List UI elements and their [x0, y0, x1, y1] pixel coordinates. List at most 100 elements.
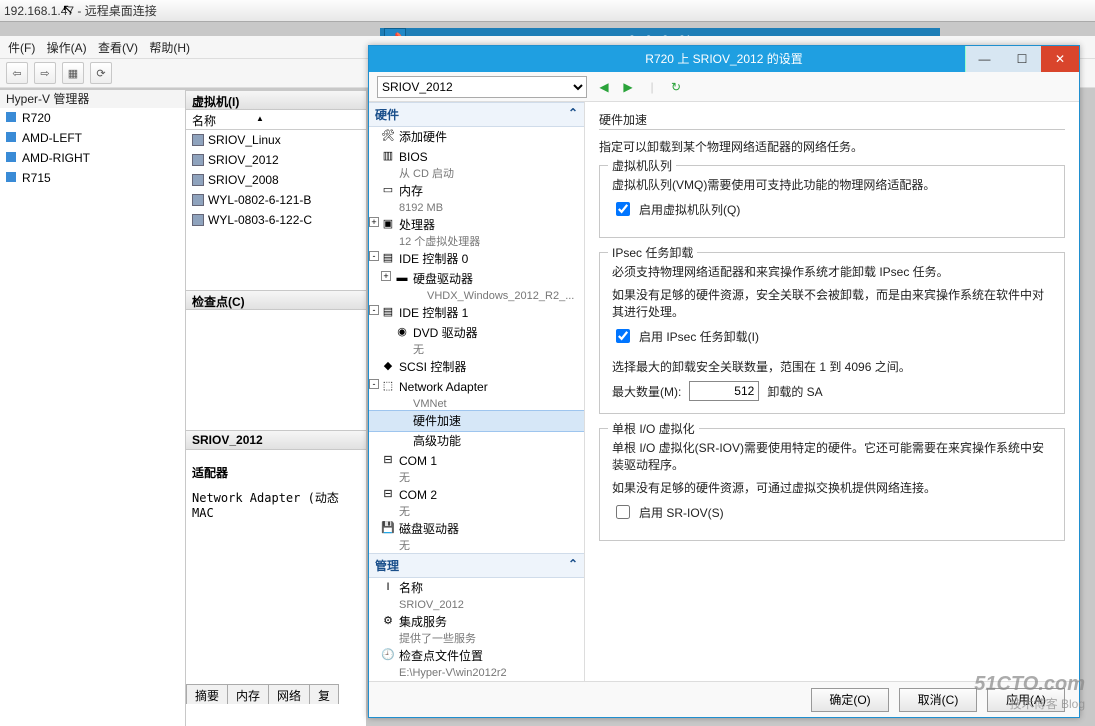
- win-max-icon[interactable]: ☐: [1003, 46, 1041, 72]
- vm-col-name[interactable]: 名称▲: [186, 110, 366, 130]
- nav-next-icon[interactable]: ▶: [619, 78, 637, 96]
- vmq-legend: 虚拟机队列: [608, 157, 676, 174]
- vm-item[interactable]: SRIOV_2012: [186, 150, 366, 170]
- tree-floppy[interactable]: 💾磁盘驱动器: [369, 519, 584, 539]
- memory-icon: ▭: [381, 183, 395, 197]
- vm-item[interactable]: SRIOV_2008: [186, 170, 366, 190]
- tree-ide1[interactable]: -▤IDE 控制器 1: [369, 303, 584, 323]
- tb-back-icon[interactable]: ⇦: [6, 62, 28, 84]
- host-node[interactable]: AMD-RIGHT: [0, 148, 185, 168]
- menu-help[interactable]: 帮助(H): [145, 36, 194, 59]
- name-icon: I: [381, 580, 395, 594]
- sriov-checkbox-label: 启用 SR-IOV(S): [639, 504, 724, 521]
- ipsec-checkbox-row[interactable]: 启用 IPsec 任务卸载(I): [612, 326, 1052, 346]
- collapse-icon[interactable]: -: [369, 379, 379, 389]
- tree-memory[interactable]: ▭内存: [369, 181, 584, 201]
- menu-action[interactable]: 操作(A): [43, 36, 91, 59]
- tree-processor-sub: 12 个虚拟处理器: [369, 235, 584, 249]
- tree-hdd[interactable]: +▬硬盘驱动器: [369, 269, 584, 289]
- integration-icon: ⚙: [381, 614, 395, 628]
- tree-processor[interactable]: +▣处理器: [369, 215, 584, 235]
- cursor-icon: ↖: [62, 0, 74, 20]
- settings-tree[interactable]: ⌃硬件 🛠添加硬件 ▥BIOS 从 CD 启动 ▭内存 8192 MB +▣处理…: [369, 102, 585, 681]
- settings-footer: 确定(O) 取消(C) 应用(A): [369, 681, 1079, 717]
- tree-add-hardware[interactable]: 🛠添加硬件: [369, 127, 584, 147]
- vmq-desc: 虚拟机队列(VMQ)需要使用可支持此功能的物理网络适配器。: [612, 176, 1052, 193]
- host-node[interactable]: R720: [0, 108, 185, 128]
- tree-scsi[interactable]: ◆SCSI 控制器: [369, 357, 584, 377]
- tree-com1[interactable]: ⊟COM 1: [369, 451, 584, 471]
- tree-com2[interactable]: ⊟COM 2: [369, 485, 584, 505]
- tab-network[interactable]: 网络: [268, 684, 310, 704]
- tb-props-icon[interactable]: ▦: [62, 62, 84, 84]
- sriov-checkbox-row[interactable]: 启用 SR-IOV(S): [612, 502, 1052, 522]
- chevron-up-icon: ⌃: [568, 557, 578, 571]
- tree-advanced[interactable]: 高级功能: [369, 431, 584, 451]
- vm-item[interactable]: WYL-0802-6-121-B: [186, 190, 366, 210]
- host-node[interactable]: AMD-LEFT: [0, 128, 185, 148]
- vmq-checkbox-row[interactable]: 启用虚拟机队列(Q): [612, 199, 1052, 219]
- expand-icon[interactable]: +: [381, 271, 391, 281]
- sort-asc-icon: ▲: [256, 114, 264, 123]
- settings-window: R720 上 SRIOV_2012 的设置 — ☐ ✕ SRIOV_2012 ◀…: [368, 45, 1080, 718]
- nic-icon: ⬚: [381, 379, 395, 393]
- tree-integration-sub: 提供了一些服务: [369, 632, 584, 646]
- host-tree-header: Hyper-V 管理器: [0, 90, 185, 108]
- tb-fwd-icon[interactable]: ⇨: [34, 62, 56, 84]
- ok-button[interactable]: 确定(O): [811, 688, 889, 712]
- adapter-text: Network Adapter (动态 MAC: [186, 485, 366, 524]
- apply-button[interactable]: 应用(A): [987, 688, 1065, 712]
- ipsec-checkbox[interactable]: [616, 329, 630, 343]
- vm-item[interactable]: SRIOV_Linux: [186, 130, 366, 150]
- tab-memory[interactable]: 内存: [227, 684, 269, 704]
- tree-bios-sub: 从 CD 启动: [369, 167, 584, 181]
- controller-icon: ▤: [381, 251, 395, 265]
- category-management[interactable]: ⌃管理: [369, 553, 584, 578]
- sriov-checkbox[interactable]: [616, 505, 630, 519]
- menu-file[interactable]: 件(F): [4, 36, 39, 59]
- nav-reload-icon[interactable]: ↻: [667, 78, 685, 96]
- ipsec-max-suffix: 卸载的 SA: [767, 383, 822, 400]
- tree-checkpoint-loc[interactable]: 🕘检查点文件位置: [369, 646, 584, 666]
- tree-nic[interactable]: -⬚Network Adapter: [369, 377, 584, 397]
- dvd-icon: ◉: [395, 325, 409, 339]
- ipsec-max-input[interactable]: [689, 381, 759, 401]
- vm-item[interactable]: WYL-0803-6-122-C: [186, 210, 366, 230]
- vmq-group: 虚拟机队列 虚拟机队列(VMQ)需要使用可支持此功能的物理网络适配器。 启用虚拟…: [599, 165, 1065, 238]
- tree-hw-accel[interactable]: 硬件加速: [369, 411, 584, 431]
- tab-summary[interactable]: 摘要: [186, 684, 228, 704]
- cancel-button[interactable]: 取消(C): [899, 688, 977, 712]
- vmq-checkbox-label: 启用虚拟机队列(Q): [639, 201, 740, 218]
- sriov-desc1: 单根 I/O 虚拟化(SR-IOV)需要使用特定的硬件。它还可能需要在来宾操作系…: [612, 439, 1052, 473]
- collapse-icon[interactable]: -: [369, 305, 379, 315]
- cpu-icon: ▣: [381, 217, 395, 231]
- tree-bios[interactable]: ▥BIOS: [369, 147, 584, 167]
- vm-selector[interactable]: SRIOV_2012: [377, 76, 587, 98]
- nav-prev-icon[interactable]: ◀: [595, 78, 613, 96]
- expand-icon[interactable]: +: [369, 217, 379, 227]
- tree-ide0[interactable]: -▤IDE 控制器 0: [369, 249, 584, 269]
- tree-hdd-sub: VHDX_Windows_2012_R2_...: [369, 289, 584, 303]
- bios-icon: ▥: [381, 149, 395, 163]
- ipsec-range: 选择最大的卸载安全关联数量，范围在 1 到 4096 之间。: [612, 358, 1052, 375]
- rdc-title-bar: 192.168.1.47 - 远程桌面连接 ↖: [0, 0, 1095, 22]
- vm-panel-header: 虚拟机(I): [186, 90, 366, 110]
- host-node[interactable]: R715: [0, 168, 185, 188]
- tree-com1-sub: 无: [369, 471, 584, 485]
- tree-dvd[interactable]: ◉DVD 驱动器: [369, 323, 584, 343]
- category-hardware[interactable]: ⌃硬件: [369, 102, 584, 127]
- tree-name-sub: SRIOV_2012: [369, 598, 584, 612]
- vmq-checkbox[interactable]: [616, 202, 630, 216]
- settings-title-bar: R720 上 SRIOV_2012 的设置 — ☐ ✕: [369, 46, 1079, 72]
- win-min-icon[interactable]: —: [965, 46, 1003, 72]
- tb-refresh-icon[interactable]: ⟳: [90, 62, 112, 84]
- tree-memory-sub: 8192 MB: [369, 201, 584, 215]
- collapse-icon[interactable]: -: [369, 251, 379, 261]
- checkpoint-panel: [186, 310, 366, 430]
- tab-replication[interactable]: 复: [309, 684, 339, 704]
- tree-integration[interactable]: ⚙集成服务: [369, 612, 584, 632]
- menu-view[interactable]: 查看(V): [94, 36, 142, 59]
- section-desc: 指定可以卸载到某个物理网络适配器的网络任务。: [599, 138, 1065, 155]
- win-close-icon[interactable]: ✕: [1041, 46, 1079, 72]
- tree-name[interactable]: I名称: [369, 578, 584, 598]
